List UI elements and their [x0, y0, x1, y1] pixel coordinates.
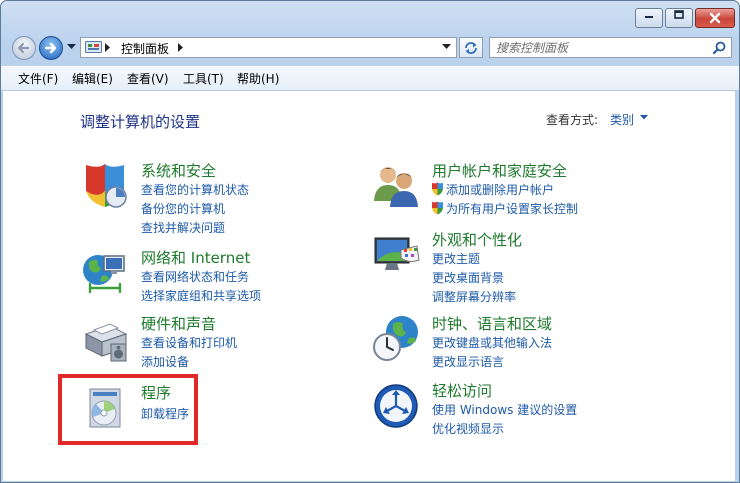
link-add-remove-users-label: 添加或删除用户帐户 — [446, 183, 555, 197]
minimize-button[interactable] — [635, 8, 663, 28]
link-optimize-visual-display[interactable]: 优化视频显示 — [432, 420, 504, 437]
view-by-label: 查看方式: — [546, 113, 599, 127]
link-parental-controls[interactable]: 为所有用户设置家长控制 — [431, 200, 578, 217]
category-title-clock-language-region[interactable]: 时钟、语言和区域 — [432, 313, 552, 334]
link-windows-recommended-settings[interactable]: 使用 Windows 建议的设置 — [432, 401, 577, 418]
link-view-computer-status[interactable]: 查看您的计算机状态 — [141, 181, 249, 198]
forward-button[interactable] — [39, 36, 63, 60]
address-bar[interactable]: 控制面板 — [80, 37, 457, 58]
category-title-appearance[interactable]: 外观和个性化 — [432, 229, 522, 250]
link-change-theme[interactable]: 更改主题 — [432, 250, 480, 267]
breadcrumb-control-panel[interactable]: 控制面板 — [121, 40, 169, 57]
users-icon[interactable] — [371, 161, 421, 211]
menu-file[interactable]: 文件(F) — [18, 70, 58, 87]
breadcrumb-arrow-icon[interactable] — [178, 43, 184, 52]
category-title-ease-of-access[interactable]: 轻松访问 — [432, 380, 492, 401]
highlight-box — [58, 374, 198, 445]
back-button[interactable] — [12, 36, 36, 60]
control-panel-window: 控制面板 文件(F) 编辑(E) 查看(V) 工具(T) 帮助(H) — [0, 0, 740, 483]
uac-shield-icon — [432, 182, 443, 196]
view-by-chevron-down-icon[interactable] — [640, 115, 648, 120]
menu-help[interactable]: 帮助(H) — [237, 70, 279, 87]
minimize-icon — [645, 16, 653, 18]
recent-pages-dropdown-icon[interactable] — [67, 44, 76, 50]
close-icon — [709, 12, 721, 24]
link-change-keyboard-input[interactable]: 更改键盘或其他输入法 — [432, 334, 552, 351]
address-history-dropdown-icon[interactable] — [442, 44, 451, 50]
link-add-remove-users[interactable]: 添加或删除用户帐户 — [431, 181, 554, 198]
refresh-icon — [465, 42, 477, 54]
menu-tools[interactable]: 工具(T) — [183, 70, 224, 87]
view-by-dropdown[interactable]: 类别 — [610, 111, 634, 128]
network-globe-icon[interactable] — [80, 248, 130, 298]
category-title-hardware-sound[interactable]: 硬件和声音 — [141, 313, 216, 334]
menu-edit[interactable]: 编辑(E) — [72, 70, 113, 87]
link-parental-controls-label: 为所有用户设置家长控制 — [446, 202, 579, 216]
monitor-palette-icon[interactable] — [371, 230, 421, 280]
link-devices-printers[interactable]: 查看设备和打印机 — [141, 334, 237, 351]
search-box — [489, 37, 732, 58]
forward-arrow-icon — [44, 42, 57, 54]
clock-globe-icon[interactable] — [371, 314, 421, 364]
breadcrumb-arrow-icon[interactable] — [105, 43, 111, 52]
page-title: 调整计算机的设置 — [80, 113, 201, 131]
printer-icon[interactable] — [80, 314, 130, 364]
shield-security-icon[interactable] — [80, 161, 130, 211]
navigation-bar: 控制面板 — [1, 33, 739, 63]
control-panel-icon — [85, 41, 102, 53]
link-troubleshoot[interactable]: 查找并解决问题 — [141, 219, 225, 236]
menu-bar: 文件(F) 编辑(E) 查看(V) 工具(T) 帮助(H) — [1, 65, 739, 91]
link-change-desktop-background[interactable]: 更改桌面背景 — [432, 269, 504, 286]
search-input[interactable] — [496, 39, 706, 56]
search-icon[interactable] — [713, 41, 726, 54]
close-button[interactable] — [695, 8, 735, 28]
content-pane: 调整计算机的设置 查看方式: 类别 系统和安全 查看您的计算机状态 备份您的计算… — [3, 91, 735, 481]
maximize-button[interactable] — [665, 8, 693, 28]
refresh-button[interactable] — [459, 37, 483, 58]
category-title-network-internet[interactable]: 网络和 Internet — [141, 247, 250, 268]
link-add-device[interactable]: 添加设备 — [141, 353, 189, 370]
back-arrow-icon — [17, 42, 30, 54]
link-screen-resolution[interactable]: 调整屏幕分辨率 — [432, 288, 516, 305]
link-homegroup-sharing[interactable]: 选择家庭组和共享选项 — [141, 287, 261, 304]
title-bar — [1, 1, 739, 33]
ease-of-access-icon[interactable] — [371, 381, 421, 431]
link-network-status[interactable]: 查看网络状态和任务 — [141, 268, 249, 285]
category-title-user-accounts[interactable]: 用户帐户和家庭安全 — [432, 160, 567, 181]
category-title-system-security[interactable]: 系统和安全 — [141, 160, 216, 181]
link-change-display-language[interactable]: 更改显示语言 — [432, 353, 504, 370]
menu-view[interactable]: 查看(V) — [127, 70, 169, 87]
maximize-icon — [674, 10, 684, 19]
link-backup-computer[interactable]: 备份您的计算机 — [141, 200, 225, 217]
uac-shield-icon — [432, 201, 443, 215]
